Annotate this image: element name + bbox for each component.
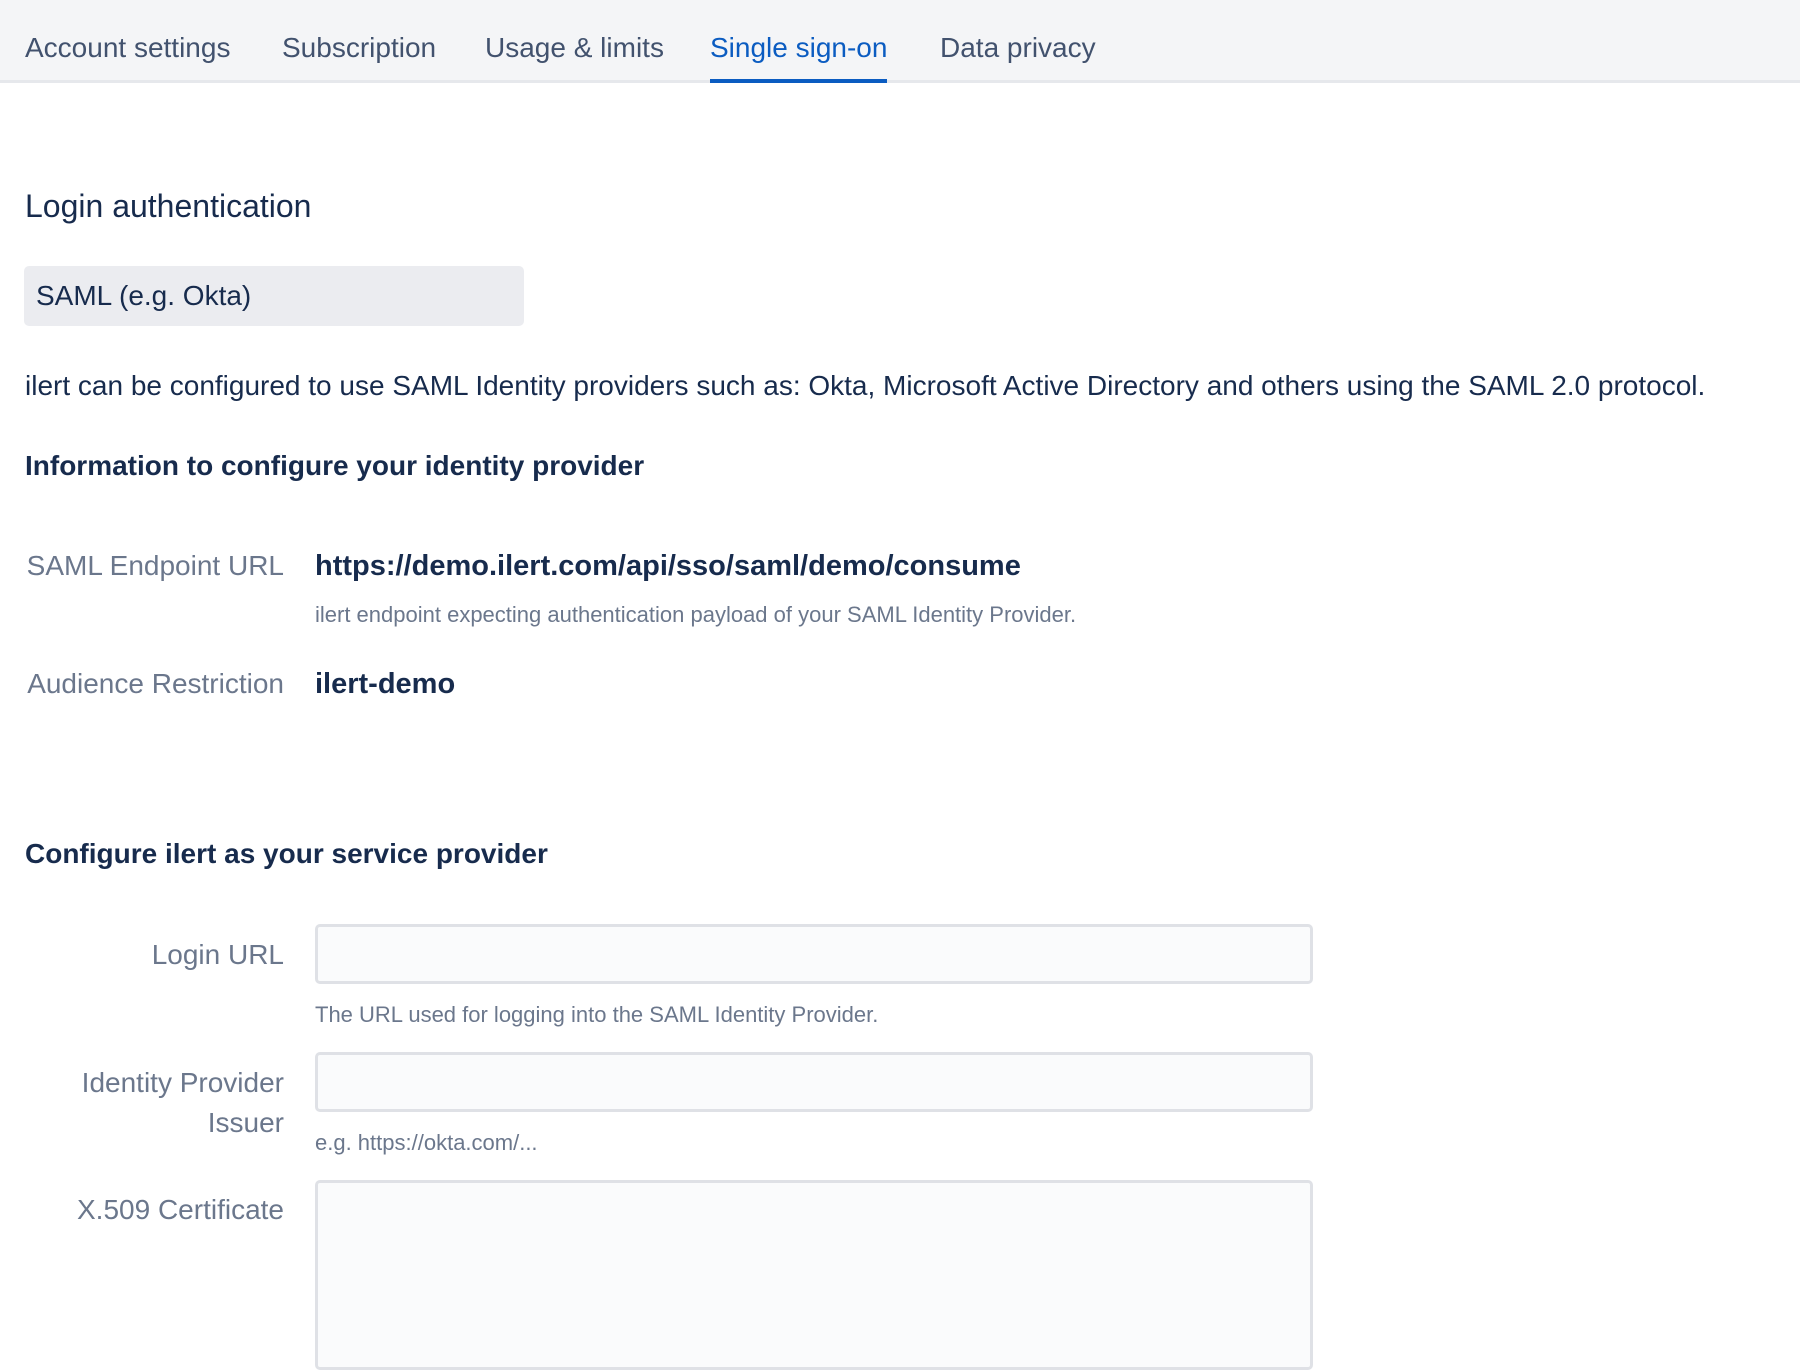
idp-issuer-hint: e.g. https://okta.com/... xyxy=(315,1130,538,1155)
idp-issuer-label: Identity Provider Issuer xyxy=(81,1067,284,1138)
saml-description: ilert can be configured to use SAML Iden… xyxy=(25,370,1706,401)
tab-single-sign-on[interactable]: Single sign-on xyxy=(710,30,888,83)
idp-info-heading: Information to configure your identity p… xyxy=(25,450,645,481)
saml-endpoint-url-value: https://demo.ilert.com/api/sso/saml/demo… xyxy=(315,550,1021,582)
saml-endpoint-url-label: SAML Endpoint URL xyxy=(26,550,284,581)
authentication-method-select[interactable]: SAML (e.g. Okta) xyxy=(24,266,524,326)
saml-endpoint-url-hint: ilert endpoint expecting authentication … xyxy=(315,602,1077,627)
login-url-hint: The URL used for logging into the SAML I… xyxy=(315,1002,879,1027)
idp-issuer-input[interactable] xyxy=(315,1052,1313,1112)
sp-config-heading: Configure ilert as your service provider xyxy=(25,838,548,869)
login-authentication-heading: Login authentication xyxy=(25,188,312,224)
settings-tab-bar: Account settings Subscription Usage & li… xyxy=(0,0,1800,83)
login-url-input[interactable] xyxy=(315,924,1313,984)
x509-certificate-textarea[interactable] xyxy=(315,1180,1313,1370)
x509-certificate-label: X.509 Certificate xyxy=(77,1194,284,1225)
login-url-label: Login URL xyxy=(151,939,284,970)
tab-usage-limits[interactable]: Usage & limits xyxy=(485,30,664,83)
tab-data-privacy[interactable]: Data privacy xyxy=(940,30,1096,83)
tab-subscription[interactable]: Subscription xyxy=(282,30,436,83)
tab-account-settings[interactable]: Account settings xyxy=(25,30,230,83)
audience-restriction-label: Audience Restriction xyxy=(27,668,284,699)
audience-restriction-value: ilert-demo xyxy=(315,668,456,700)
